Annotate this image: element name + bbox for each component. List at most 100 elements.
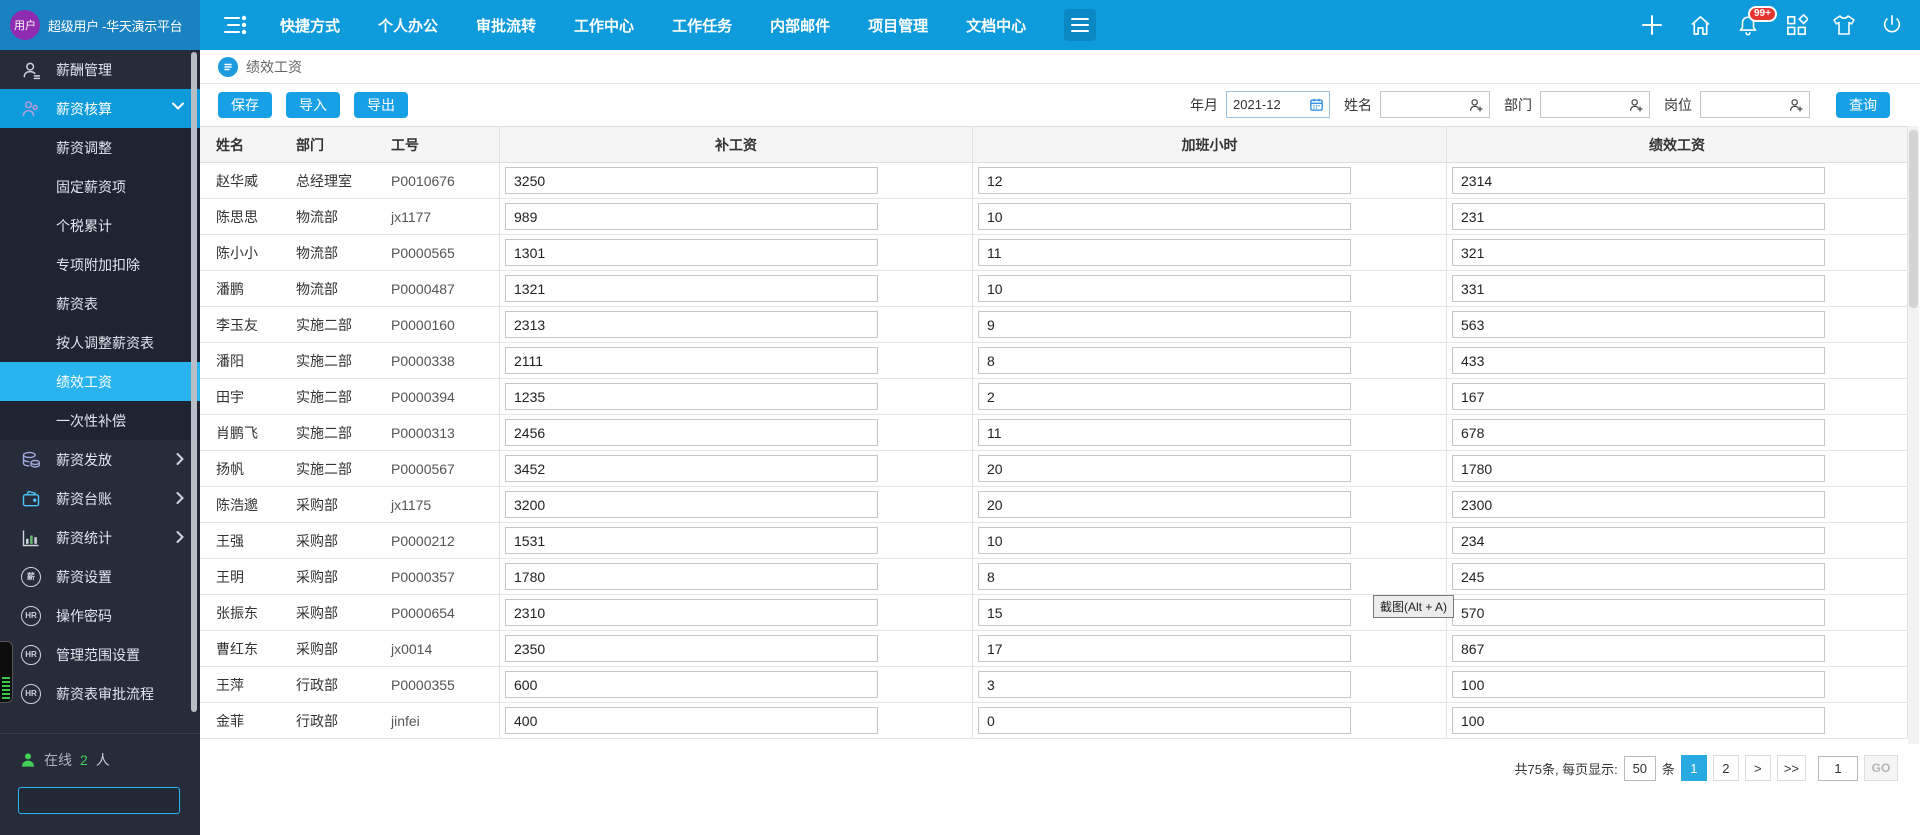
supplement-input[interactable] (505, 707, 878, 734)
apps-grid-icon[interactable] (1784, 13, 1808, 37)
person-add-icon[interactable] (1628, 97, 1644, 113)
overtime-input[interactable] (978, 671, 1351, 698)
nav-approval-flow[interactable]: 审批流转 (476, 15, 536, 36)
save-button[interactable]: 保存 (218, 92, 272, 118)
performance-input[interactable] (1452, 527, 1825, 554)
home-icon[interactable] (1688, 13, 1712, 37)
performance-input[interactable] (1452, 599, 1825, 626)
performance-input[interactable] (1452, 311, 1825, 338)
month-input[interactable] (1227, 97, 1309, 112)
sidebar-item-salary-accounting[interactable]: 薪资核算 (0, 89, 200, 128)
nav-project-management[interactable]: 项目管理 (868, 15, 928, 36)
overtime-input[interactable] (978, 707, 1351, 734)
go-button[interactable]: GO (1864, 755, 1898, 781)
overtime-input[interactable] (978, 455, 1351, 482)
sidebar-item-tax-accumulation[interactable]: 个税累计 (0, 206, 200, 245)
overtime-input[interactable] (978, 419, 1351, 446)
next-page-button[interactable]: > (1745, 755, 1771, 781)
sidebar-search-input[interactable] (19, 788, 211, 813)
performance-input[interactable] (1452, 167, 1825, 194)
overtime-input[interactable] (978, 563, 1351, 590)
user-area[interactable]: 用户 超级用户 -华天演示平台 (0, 0, 200, 50)
overtime-input[interactable] (978, 635, 1351, 662)
sidebar-item-performance-salary[interactable]: 绩效工资 (0, 362, 200, 401)
performance-input[interactable] (1452, 347, 1825, 374)
supplement-input[interactable] (505, 167, 878, 194)
overtime-input[interactable] (978, 239, 1351, 266)
overtime-input[interactable] (978, 527, 1351, 554)
performance-input[interactable] (1452, 491, 1825, 518)
sidebar-item-special-deduction[interactable]: 专项附加扣除 (0, 245, 200, 284)
nav-personal-office[interactable]: 个人办公 (378, 15, 438, 36)
sidebar-item-salary-sheet[interactable]: 薪资表 (0, 284, 200, 323)
person-add-icon[interactable] (1468, 97, 1484, 113)
person-add-icon[interactable] (1788, 97, 1804, 113)
goto-page-input[interactable] (1818, 756, 1858, 781)
nav-work-center[interactable]: 工作中心 (574, 15, 634, 36)
sidebar-item-operation-password[interactable]: HR 操作密码 (0, 596, 200, 635)
sidebar-item-salary-ledger[interactable]: 薪资台账 (0, 479, 200, 518)
performance-input[interactable] (1452, 383, 1825, 410)
supplement-input[interactable] (505, 455, 878, 482)
supplement-input[interactable] (505, 275, 878, 302)
sidebar-item-management-scope[interactable]: HR 管理范围设置 (0, 635, 200, 674)
overtime-input[interactable] (978, 311, 1351, 338)
overtime-input[interactable] (978, 347, 1351, 374)
overtime-input[interactable] (978, 167, 1351, 194)
performance-input[interactable] (1452, 707, 1825, 734)
sidebar-scrollbar[interactable] (191, 52, 197, 712)
performance-input[interactable] (1452, 203, 1825, 230)
performance-input[interactable] (1452, 239, 1825, 266)
overtime-input[interactable] (978, 599, 1351, 626)
page-button-1[interactable]: 1 (1681, 755, 1707, 781)
sidebar-item-adjust-by-person[interactable]: 按人调整薪资表 (0, 323, 200, 362)
last-page-button[interactable]: >> (1777, 755, 1806, 781)
nav-shortcuts[interactable]: 快捷方式 (280, 15, 340, 36)
sidebar-item-salary-payment[interactable]: 薪资发放 (0, 440, 200, 479)
supplement-input[interactable] (505, 635, 878, 662)
query-button[interactable]: 查询 (1836, 92, 1890, 118)
sidebar-item-salary-statistics[interactable]: 薪资统计 (0, 518, 200, 557)
page-button-2[interactable]: 2 (1713, 755, 1739, 781)
post-input[interactable] (1701, 97, 1788, 112)
nav-internal-mail[interactable]: 内部邮件 (770, 15, 830, 36)
menu-fold-icon[interactable] (222, 14, 248, 36)
theme-shirt-icon[interactable] (1832, 13, 1856, 37)
sidebar-item-salary-settings[interactable]: 薪 薪资设置 (0, 557, 200, 596)
sidebar-item-one-time-compensation[interactable]: 一次性补偿 (0, 401, 200, 440)
supplement-input[interactable] (505, 527, 878, 554)
calendar-icon[interactable] (1309, 97, 1324, 112)
notifications-bell-icon[interactable]: 99+ (1736, 13, 1760, 37)
overtime-input[interactable] (978, 383, 1351, 410)
supplement-input[interactable] (505, 203, 878, 230)
supplement-input[interactable] (505, 419, 878, 446)
import-button[interactable]: 导入 (286, 92, 340, 118)
supplement-input[interactable] (505, 671, 878, 698)
export-button[interactable]: 导出 (354, 92, 408, 118)
plus-icon[interactable] (1640, 13, 1664, 37)
sidebar-item-fixed-salary[interactable]: 固定薪资项 (0, 167, 200, 206)
name-input[interactable] (1381, 97, 1468, 112)
supplement-input[interactable] (505, 347, 878, 374)
sidebar-item-salary-management[interactable]: 薪酬管理 (0, 50, 200, 89)
sidebar-item-approval-flow[interactable]: HR 薪资表审批流程 (0, 674, 200, 713)
more-menus-button[interactable] (1064, 9, 1096, 41)
dept-input[interactable] (1541, 97, 1628, 112)
supplement-input[interactable] (505, 383, 878, 410)
nav-work-tasks[interactable]: 工作任务 (672, 15, 732, 36)
table-scrollbar-track[interactable] (1908, 126, 1919, 744)
supplement-input[interactable] (505, 239, 878, 266)
overtime-input[interactable] (978, 491, 1351, 518)
supplement-input[interactable] (505, 311, 878, 338)
performance-input[interactable] (1452, 455, 1825, 482)
sidebar-item-salary-adjustment[interactable]: 薪资调整 (0, 128, 200, 167)
performance-input[interactable] (1452, 275, 1825, 302)
nav-document-center[interactable]: 文档中心 (966, 15, 1026, 36)
performance-input[interactable] (1452, 671, 1825, 698)
performance-input[interactable] (1452, 419, 1825, 446)
overtime-input[interactable] (978, 203, 1351, 230)
supplement-input[interactable] (505, 491, 878, 518)
performance-input[interactable] (1452, 635, 1825, 662)
table-scrollbar-thumb[interactable] (1909, 130, 1918, 308)
power-logout-icon[interactable] (1880, 13, 1904, 37)
